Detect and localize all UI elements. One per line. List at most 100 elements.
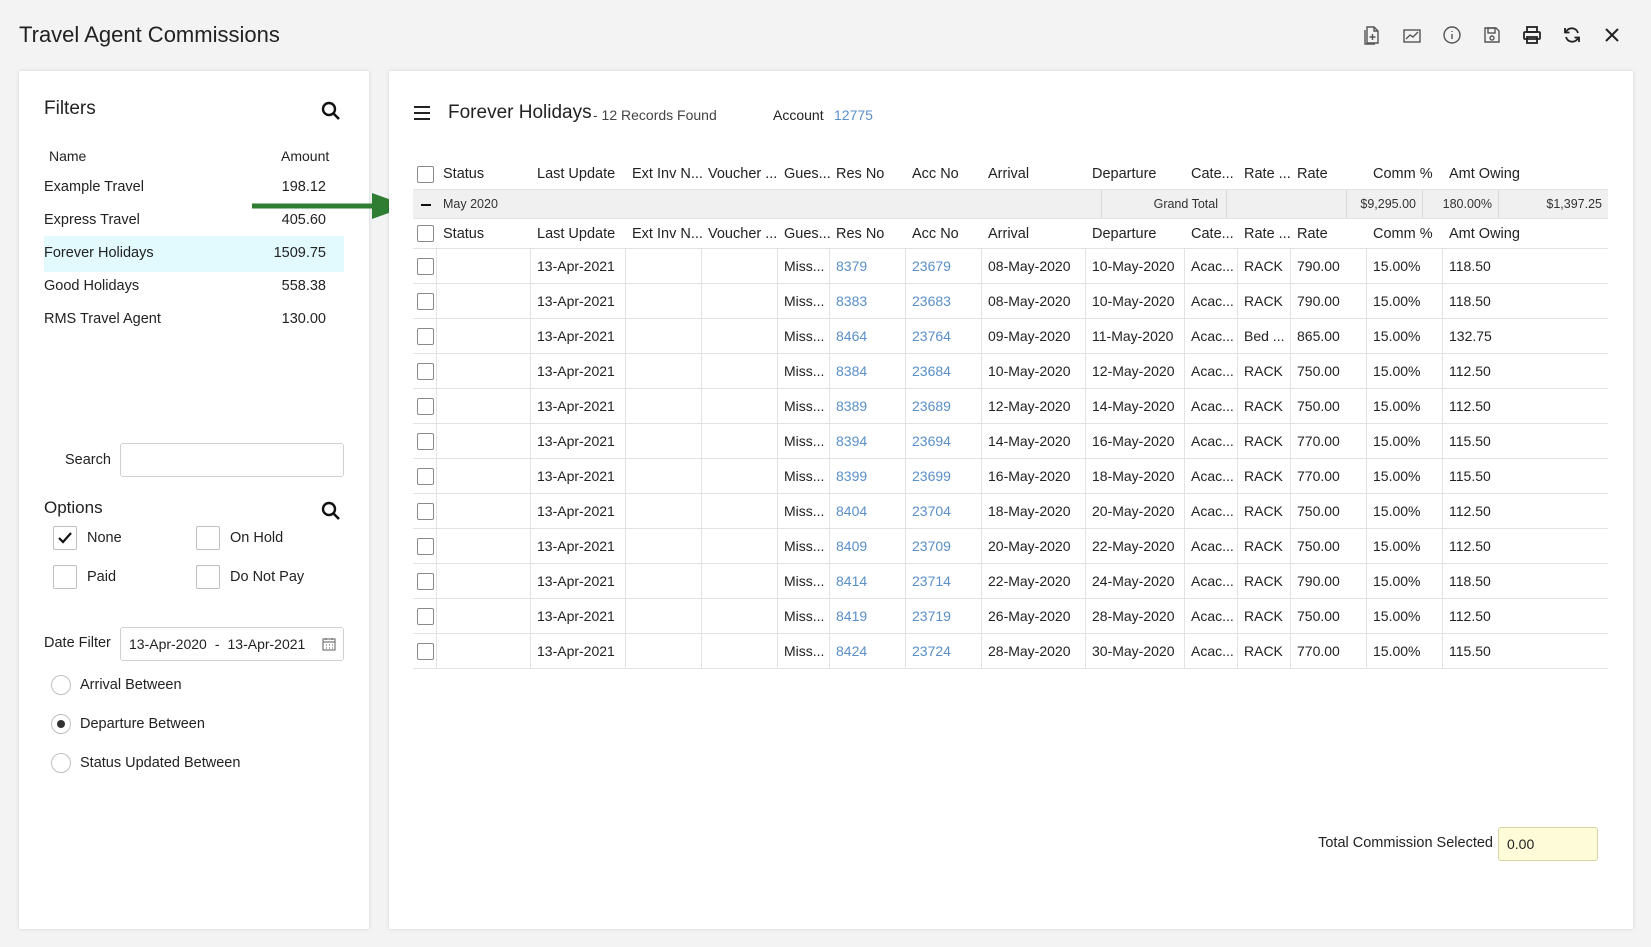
row-checkbox[interactable]	[417, 467, 434, 485]
table-row[interactable]: 13-Apr-2021 Miss... 8424 23724 28-May-2020 30…	[413, 634, 1608, 669]
column-header-acc-no[interactable]: Acc No	[906, 219, 982, 248]
column-header-comm-pct[interactable]: Comm %	[1367, 219, 1443, 248]
column-header-arrival[interactable]: Arrival	[982, 219, 1086, 248]
agent-row[interactable]: RMS Travel Agent 130.00	[44, 302, 344, 338]
cell-acc-no[interactable]: 23683	[906, 284, 982, 318]
cell-res-no[interactable]: 8404	[830, 494, 906, 528]
print-icon[interactable]	[1519, 22, 1545, 48]
cell-acc-no[interactable]: 23709	[906, 529, 982, 563]
cell-acc-no[interactable]: 23704	[906, 494, 982, 528]
row-checkbox[interactable]	[417, 397, 434, 415]
table-row[interactable]: 13-Apr-2021 Miss... 8384 23684 10-May-2020 12…	[413, 354, 1608, 389]
total-commission-field[interactable]: 0.00	[1498, 827, 1598, 861]
info-icon[interactable]	[1439, 22, 1465, 48]
refresh-icon[interactable]	[1559, 22, 1585, 48]
select-all-checkbox[interactable]	[417, 225, 434, 242]
column-header-last-update[interactable]: Last Update	[531, 159, 626, 189]
radio-button[interactable]	[51, 714, 71, 734]
radio-status-updated-between[interactable]: Status Updated Between	[51, 753, 240, 773]
radio-button[interactable]	[51, 753, 71, 773]
row-checkbox[interactable]	[417, 502, 434, 520]
row-checkbox[interactable]	[417, 292, 434, 310]
date-to[interactable]: 13-Apr-2021	[228, 636, 306, 652]
row-checkbox[interactable]	[417, 572, 434, 590]
cell-res-no[interactable]: 8414	[830, 564, 906, 598]
column-header-last-update[interactable]: Last Update	[531, 219, 626, 248]
cell-res-no[interactable]: 8379	[830, 249, 906, 283]
table-row[interactable]: 13-Apr-2021 Miss... 8383 23683 08-May-2020 10…	[413, 284, 1608, 319]
column-header-category[interactable]: Cate...	[1185, 219, 1238, 248]
row-checkbox[interactable]	[417, 362, 434, 380]
column-header-departure[interactable]: Departure	[1086, 219, 1185, 248]
radio-arrival-between[interactable]: Arrival Between	[51, 675, 182, 695]
agent-row[interactable]: Good Holidays 558.38	[44, 269, 344, 305]
cell-res-no[interactable]: 8464	[830, 319, 906, 353]
cell-acc-no[interactable]: 23679	[906, 249, 982, 283]
column-header-rate-type[interactable]: Rate ...	[1238, 159, 1291, 189]
checkbox[interactable]	[196, 526, 220, 550]
options-search-icon[interactable]	[320, 500, 342, 522]
column-header-guest[interactable]: Gues...	[778, 219, 830, 248]
row-checkbox[interactable]	[417, 642, 434, 660]
column-header-acc-no[interactable]: Acc No	[906, 159, 982, 189]
date-from[interactable]: 13-Apr-2020	[129, 636, 207, 652]
cell-acc-no[interactable]: 23699	[906, 459, 982, 493]
column-header-res-no[interactable]: Res No	[830, 159, 906, 189]
row-checkbox[interactable]	[417, 537, 434, 555]
checkbox[interactable]	[53, 526, 77, 550]
cell-res-no[interactable]: 8383	[830, 284, 906, 318]
cell-acc-no[interactable]: 23764	[906, 319, 982, 353]
edit-chart-icon[interactable]	[1399, 22, 1425, 48]
cell-acc-no[interactable]: 23719	[906, 599, 982, 633]
select-all-checkbox[interactable]	[417, 165, 434, 183]
cell-acc-no[interactable]: 23694	[906, 424, 982, 458]
column-header-res-no[interactable]: Res No	[830, 219, 906, 248]
column-header-comm-pct[interactable]: Comm %	[1367, 159, 1443, 189]
column-header-rate[interactable]: Rate	[1291, 159, 1367, 189]
column-header-status[interactable]: Status	[437, 219, 531, 248]
radio-departure-between[interactable]: Departure Between	[51, 714, 205, 734]
table-row[interactable]: 13-Apr-2021 Miss... 8399 23699 16-May-2020 18…	[413, 459, 1608, 494]
hamburger-menu-icon[interactable]	[413, 105, 431, 121]
column-header-departure[interactable]: Departure	[1086, 159, 1185, 189]
column-header-ext-inv-no[interactable]: Ext Inv N...	[626, 159, 702, 189]
cell-acc-no[interactable]: 23684	[906, 354, 982, 388]
account-link[interactable]: 12775	[834, 107, 873, 123]
cell-acc-no[interactable]: 23724	[906, 634, 982, 668]
search-input[interactable]	[120, 443, 344, 477]
cell-res-no[interactable]: 8399	[830, 459, 906, 493]
table-row[interactable]: 13-Apr-2021 Miss... 8394 23694 14-May-2020 16…	[413, 424, 1608, 459]
column-header-category[interactable]: Cate...	[1185, 159, 1238, 189]
table-row[interactable]: 13-Apr-2021 Miss... 8389 23689 12-May-2020 14…	[413, 389, 1608, 424]
option-on-hold-checkbox[interactable]: On Hold	[196, 526, 283, 550]
cell-acc-no[interactable]: 23689	[906, 389, 982, 423]
cell-res-no[interactable]: 8384	[830, 354, 906, 388]
calendar-icon[interactable]	[321, 636, 337, 652]
option-none-checkbox[interactable]: None	[53, 526, 122, 550]
option-paid-checkbox[interactable]: Paid	[53, 565, 116, 589]
column-header-status[interactable]: Status	[437, 159, 531, 189]
table-row[interactable]: 13-Apr-2021 Miss... 8414 23714 22-May-2020 24…	[413, 564, 1608, 599]
table-row[interactable]: 13-Apr-2021 Miss... 8404 23704 18-May-2020 20…	[413, 494, 1608, 529]
column-header-ext-inv-no[interactable]: Ext Inv N...	[626, 219, 702, 248]
filters-search-icon[interactable]	[320, 100, 342, 122]
cell-res-no[interactable]: 8394	[830, 424, 906, 458]
save-icon[interactable]	[1479, 22, 1505, 48]
row-checkbox[interactable]	[417, 607, 434, 625]
agent-row[interactable]: Forever Holidays 1509.75	[44, 236, 344, 272]
column-header-amt-owing[interactable]: Amt Owing	[1443, 219, 1608, 248]
checkbox[interactable]	[196, 565, 220, 589]
column-header-rate-type[interactable]: Rate ...	[1238, 219, 1291, 248]
table-row[interactable]: 13-Apr-2021 Miss... 8464 23764 09-May-2020 11…	[413, 319, 1608, 354]
row-checkbox[interactable]	[417, 432, 434, 450]
checkbox[interactable]	[53, 565, 77, 589]
collapse-icon[interactable]	[420, 199, 432, 211]
column-header-arrival[interactable]: Arrival	[982, 159, 1086, 189]
row-checkbox[interactable]	[417, 327, 434, 345]
table-row[interactable]: 13-Apr-2021 Miss... 8409 23709 20-May-2020 22…	[413, 529, 1608, 564]
date-range-picker[interactable]: 13-Apr-2020 - 13-Apr-2021	[120, 627, 344, 661]
cell-res-no[interactable]: 8419	[830, 599, 906, 633]
add-document-icon[interactable]	[1359, 22, 1385, 48]
column-header-rate[interactable]: Rate	[1291, 219, 1367, 248]
column-header-voucher[interactable]: Voucher ...	[702, 219, 778, 248]
